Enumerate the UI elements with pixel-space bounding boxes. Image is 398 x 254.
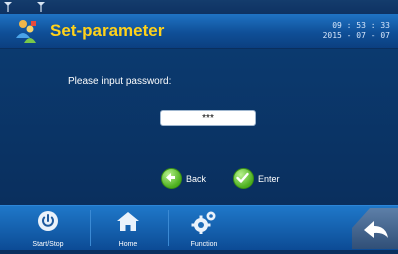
gears-icon <box>191 211 216 234</box>
start-stop-button[interactable]: Start/Stop <box>20 206 76 250</box>
enter-label: Enter <box>258 173 280 184</box>
divider <box>168 210 169 246</box>
power-icon <box>38 211 58 231</box>
time-display: 09 : 53 : 33 <box>332 21 390 30</box>
signal-icon <box>4 2 12 12</box>
start-stop-label: Start/Stop <box>32 241 64 248</box>
signal-icon <box>37 2 45 12</box>
home-icon <box>117 212 139 231</box>
password-field[interactable]: *** <box>160 110 256 126</box>
date-display: 2015 - 07 - 07 <box>322 31 390 40</box>
password-prompt: Please input password: <box>68 76 172 87</box>
bottom-nav-bar: Start/Stop Home Function <box>0 205 398 250</box>
function-button[interactable]: Function <box>176 206 232 250</box>
enter-button[interactable]: Enter <box>233 168 280 189</box>
back-button[interactable]: Back <box>161 168 206 189</box>
page-title: Set-parameter <box>50 21 165 40</box>
password-panel: Please input password: *** Back Enter <box>0 49 398 204</box>
divider <box>90 210 91 246</box>
home-button[interactable]: Home <box>100 206 156 250</box>
status-strip <box>0 0 398 14</box>
clock: 09 : 53 : 33 2015 - 07 - 07 <box>323 21 390 41</box>
back-arrow-icon <box>161 168 182 189</box>
back-label: Back <box>186 173 207 184</box>
home-label: Home <box>118 241 138 248</box>
check-icon <box>233 168 254 189</box>
function-label: Function <box>190 241 218 248</box>
settings-people-icon <box>16 20 36 43</box>
title-bar: Set-parameter 09 : 53 : 33 2015 - 07 - 0… <box>0 14 398 49</box>
